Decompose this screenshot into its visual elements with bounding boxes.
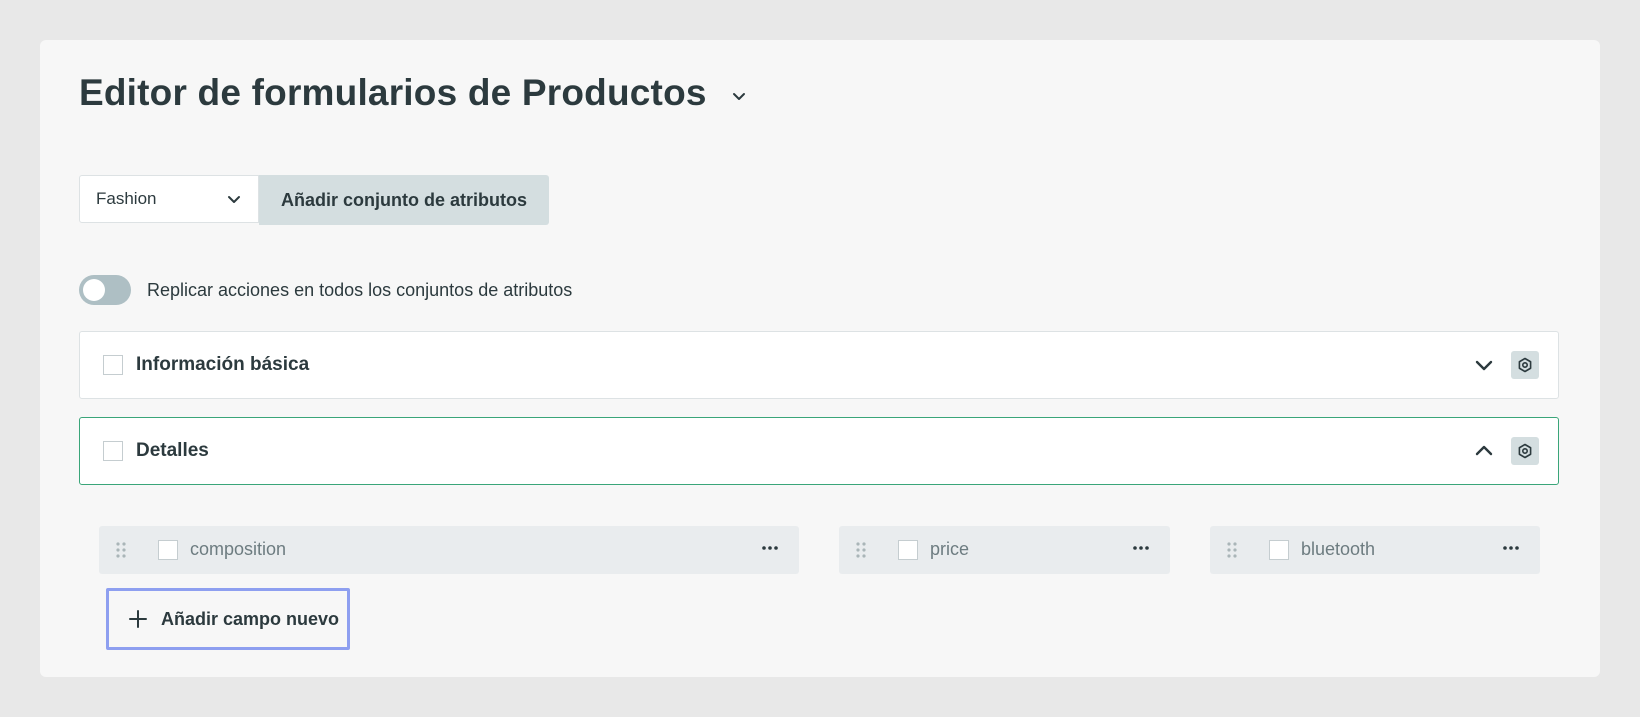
add-attribute-set-button[interactable]: Añadir conjunto de atributos	[259, 175, 549, 225]
drag-handle-icon[interactable]	[855, 541, 867, 559]
section-checkbox[interactable]	[103, 441, 123, 461]
field-checkbox[interactable]	[158, 540, 178, 560]
more-options-icon[interactable]	[761, 539, 779, 557]
add-new-field-button[interactable]: Añadir campo nuevo	[106, 588, 350, 650]
chevron-down-icon[interactable]	[1474, 357, 1494, 373]
add-new-field-label: Añadir campo nuevo	[161, 608, 340, 629]
field-item-price[interactable]: price	[839, 526, 1170, 574]
drag-handle-icon[interactable]	[115, 541, 127, 559]
section-checkbox[interactable]	[103, 355, 123, 375]
section-title: Detalles	[136, 440, 209, 461]
field-name: price	[930, 539, 970, 559]
replicate-toggle-label: Replicar acciones en todos los conjuntos…	[147, 279, 573, 300]
field-name: bluetooth	[1301, 539, 1376, 559]
chevron-up-icon[interactable]	[1474, 443, 1494, 459]
form-editor-card: Editor de formularios de Productos Fashi…	[40, 40, 1600, 677]
field-checkbox[interactable]	[898, 540, 918, 560]
replicate-toggle-row: Replicar acciones en todos los conjuntos…	[79, 275, 572, 305]
settings-hexagon-icon	[1518, 443, 1532, 459]
more-options-icon[interactable]	[1502, 539, 1520, 557]
page-title: Editor de formularios de Productos	[79, 72, 707, 113]
section-informacion-basica[interactable]: Información básica	[79, 331, 1559, 399]
field-checkbox[interactable]	[1269, 540, 1289, 560]
chevron-down-icon[interactable]	[731, 88, 747, 104]
more-options-icon[interactable]	[1132, 539, 1150, 557]
section-settings-button[interactable]	[1511, 351, 1539, 379]
replicate-toggle[interactable]	[79, 275, 131, 305]
attribute-set-select[interactable]: Fashion	[79, 175, 259, 223]
section-detalles[interactable]: Detalles	[79, 417, 1559, 485]
title-row: Editor de formularios de Productos	[79, 72, 747, 114]
chevron-down-icon	[228, 196, 240, 203]
attribute-set-row: Fashion Añadir conjunto de atributos	[79, 175, 549, 225]
toggle-knob	[83, 279, 105, 301]
drag-handle-icon[interactable]	[1226, 541, 1238, 559]
section-settings-button[interactable]	[1511, 437, 1539, 465]
plus-icon	[129, 610, 147, 628]
attribute-set-selected-value: Fashion	[96, 189, 157, 208]
settings-hexagon-icon	[1518, 357, 1532, 373]
field-item-composition[interactable]: composition	[99, 526, 799, 574]
section-title: Información básica	[136, 354, 310, 375]
field-item-bluetooth[interactable]: bluetooth	[1210, 526, 1540, 574]
field-name: composition	[190, 539, 287, 559]
